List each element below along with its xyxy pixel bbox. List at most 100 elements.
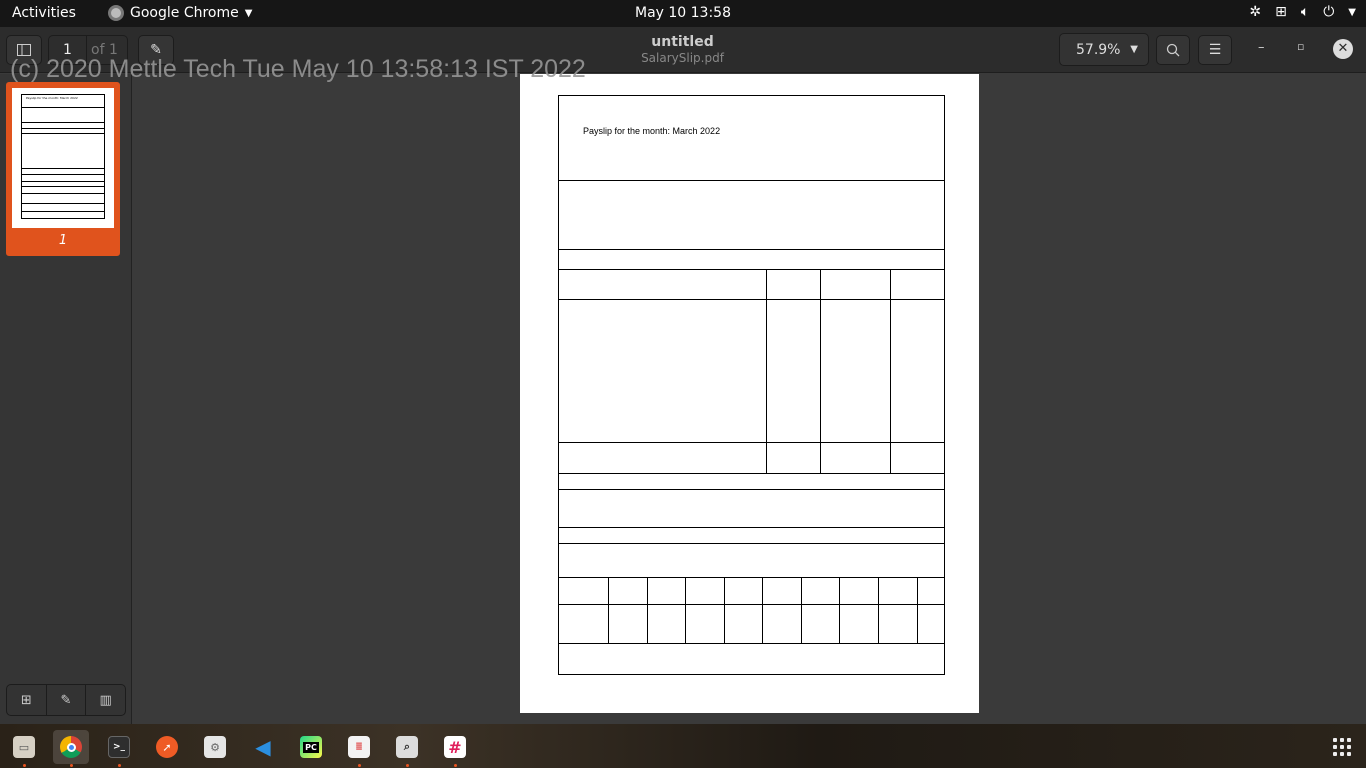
chrome-launcher[interactable] [53, 730, 89, 767]
app-menu[interactable]: Google Chrome ▼ [108, 5, 252, 21]
thumbnail-line [21, 133, 105, 134]
table-row-divider [559, 269, 944, 270]
menu-button[interactable]: ☰ [1198, 35, 1232, 65]
running-indicator [357, 764, 361, 767]
document-icon: ≣ [348, 736, 370, 758]
table-column-divider [762, 577, 763, 644]
files-launcher[interactable]: ▭ [6, 730, 42, 767]
magnifier-icon: ⌕ [396, 736, 418, 758]
hamburger-icon: ☰ [1208, 42, 1222, 58]
chrome-icon [60, 736, 82, 758]
sidebar-view-switcher: ⊞ ✎ ▥ [6, 684, 126, 716]
maximize-button[interactable]: ▫ [1297, 40, 1304, 53]
table-row-divider [559, 180, 944, 181]
terminal-launcher[interactable]: >_ [101, 730, 137, 767]
running-indicator [22, 764, 26, 767]
thumbnail-frame [21, 94, 105, 219]
activities-button[interactable]: Activities [12, 5, 76, 21]
postman-icon: ➚ [156, 736, 178, 758]
pycharm-launcher[interactable]: PC [293, 730, 329, 764]
payslip-table: Payslip for the month: March 2022 [558, 95, 945, 675]
table-column-divider [878, 577, 879, 644]
thumbnail-page-number: 1 [58, 233, 68, 248]
table-row-divider [559, 249, 944, 250]
gear-icon: ⚙ [204, 736, 226, 758]
power-icon[interactable]: ⏻ [1323, 4, 1334, 20]
document-viewer-launcher[interactable]: ≣ [341, 730, 377, 767]
folder-icon: ▭ [13, 736, 35, 758]
search-button[interactable] [1156, 35, 1190, 65]
table-row-divider [559, 577, 944, 578]
network-icon[interactable]: ⊞ [1275, 4, 1287, 20]
watermark-text: (c) 2020 Mettle Tech Tue May 10 13:58:13… [10, 55, 586, 83]
postman-launcher[interactable]: ➚ [149, 730, 185, 764]
minimize-button[interactable]: – [1258, 40, 1265, 55]
settings-launcher[interactable]: ⚙ [197, 730, 233, 764]
thumbnail-line [21, 122, 105, 123]
chevron-down-icon: ▼ [244, 7, 253, 19]
close-button[interactable]: ✕ [1333, 39, 1353, 59]
table-row-divider [559, 442, 944, 443]
system-tray[interactable]: ✲ ⊞ 🔈︎ ⏻ ▼ [1249, 4, 1356, 20]
chevron-down-icon: ▼ [1130, 44, 1138, 55]
page-thumbnail[interactable]: Payslip for the month: March 2022 [12, 88, 114, 228]
thumbnail-line [21, 168, 105, 169]
vscode-launcher[interactable]: ◀ [245, 730, 281, 764]
vscode-icon: ◀ [255, 735, 271, 759]
app-menu-label: Google Chrome [130, 5, 239, 21]
table-row-divider [559, 527, 944, 528]
thumbnail-line [21, 174, 105, 175]
thumbnail-line [21, 203, 105, 204]
chrome-icon [108, 5, 124, 21]
page-thumbnail-selected[interactable]: Payslip for the month: March 2022 1 [6, 82, 120, 256]
slack-launcher[interactable]: # [437, 730, 473, 767]
table-column-divider [766, 269, 767, 474]
table-column-divider [647, 577, 648, 644]
clock[interactable]: May 10 13:58 [635, 5, 731, 21]
slack-tray-icon[interactable]: ✲ [1249, 4, 1261, 20]
annotations-view-button[interactable]: ✎ [47, 685, 87, 715]
edit-icon: ✎ [60, 692, 72, 708]
book-icon: ▥ [99, 692, 112, 708]
slack-icon: # [444, 736, 466, 758]
top-bar: Activities Google Chrome ▼ May 10 13:58 … [0, 0, 1366, 27]
payslip-heading: Payslip for the month: March 2022 [583, 126, 721, 136]
chevron-down-icon[interactable]: ▼ [1348, 7, 1356, 18]
image-viewer-launcher[interactable]: ⌕ [389, 730, 425, 767]
pycharm-icon: PC [300, 736, 322, 758]
document-viewer-window: 1 of 1 ✎ untitled SalarySlip.pdf 57.9% ▼… [0, 27, 1366, 724]
terminal-icon: >_ [108, 736, 130, 758]
running-indicator [405, 764, 409, 767]
thumbnail-line [21, 193, 105, 194]
thumbnail-heading: Payslip for the month: March 2022 [26, 96, 78, 100]
volume-icon[interactable]: 🔈︎ [1301, 4, 1309, 20]
table-column-divider [685, 577, 686, 644]
thumbnail-sidebar: Payslip for the month: March 2022 1 ⊞ ✎ … [0, 74, 132, 724]
document-title: untitled [651, 34, 714, 50]
table-column-divider [890, 269, 891, 474]
table-column-divider [917, 577, 918, 644]
running-indicator [69, 764, 73, 767]
thumbnail-line [21, 181, 105, 182]
table-column-divider [724, 577, 725, 644]
table-row-divider [559, 643, 944, 644]
thumbnail-line [21, 211, 105, 212]
zoom-dropdown[interactable]: 57.9% ▼ [1059, 33, 1149, 66]
thumbnail-line [21, 128, 105, 129]
table-row-divider [559, 489, 944, 490]
thumbnails-view-button[interactable]: ⊞ [7, 685, 47, 715]
table-column-divider [608, 577, 609, 644]
table-column-divider [801, 577, 802, 644]
bookmarks-view-button[interactable]: ▥ [86, 685, 125, 715]
document-filename: SalarySlip.pdf [641, 51, 724, 65]
window-title: untitled SalarySlip.pdf [560, 34, 805, 65]
running-indicator [453, 764, 457, 767]
thumbnail-line [21, 107, 105, 108]
table-row-divider [559, 604, 944, 605]
document-page: Payslip for the month: March 2022 [520, 74, 979, 713]
show-applications-icon[interactable] [1333, 738, 1351, 756]
zoom-value: 57.9% [1076, 41, 1121, 58]
table-column-divider [839, 577, 840, 644]
thumbnail-line [21, 186, 105, 187]
table-row-divider [559, 299, 944, 300]
